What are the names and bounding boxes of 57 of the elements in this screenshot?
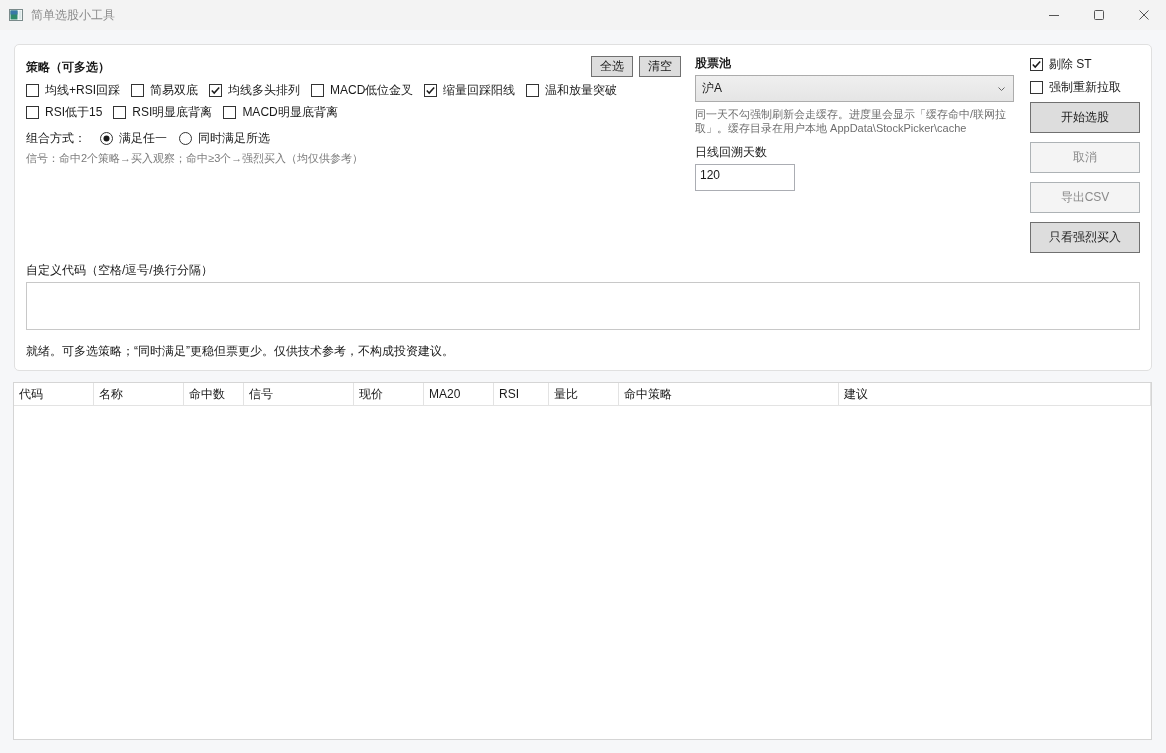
maximize-icon[interactable] (1093, 10, 1104, 20)
checkbox-label: 剔除 ST (1049, 55, 1092, 73)
radio-label: 满足任一 (119, 129, 167, 147)
chevron-down-icon (998, 86, 1005, 91)
column-header[interactable]: 现价 (354, 383, 424, 405)
checkbox-label: MACD低位金叉 (330, 81, 414, 99)
custom-codes-label: 自定义代码（空格/逗号/换行分隔） (26, 262, 214, 278)
cache-note: 同一天不勾强制刷新会走缓存。进度里会显示「缓存命中/联网拉取」。缓存目录在用户本地 AppData\StockPicker\cache (695, 107, 1008, 135)
strategy-heading: 策略（可多选） (26, 58, 110, 76)
minimize-icon[interactable] (1048, 14, 1059, 16)
stock-pool-dropdown[interactable]: 沪A (695, 75, 1014, 102)
checkbox[interactable] (526, 83, 540, 97)
column-header[interactable]: 名称 (94, 383, 184, 405)
column-header[interactable]: 命中策略 (619, 383, 839, 405)
checkbox[interactable] (311, 83, 324, 97)
action-button[interactable]: 开始选股 (1030, 102, 1140, 133)
checkbox[interactable] (26, 83, 39, 97)
radio-label: 同时满足所选 (198, 129, 270, 147)
checkbox-label: MACD明显底背离 (242, 103, 338, 121)
checkbox[interactable] (1030, 80, 1043, 94)
checkbox[interactable] (223, 105, 237, 119)
checkbox-label: 缩量回踩阳线 (443, 81, 516, 99)
column-header[interactable]: 建议 (839, 383, 1151, 405)
column-header[interactable]: RSI (494, 383, 549, 405)
checkbox[interactable] (26, 105, 39, 119)
column-header[interactable]: 量比 (549, 383, 619, 405)
radio-button[interactable] (100, 131, 113, 145)
checkbox-label: 简易双底 (150, 81, 198, 99)
action-button[interactable]: 只看强烈买入 (1030, 222, 1140, 253)
checkbox[interactable] (113, 105, 127, 119)
checkbox-label: 强制重新拉取 (1049, 78, 1121, 96)
radio-button[interactable] (179, 131, 192, 145)
custom-codes-field[interactable] (26, 282, 1140, 330)
checkbox[interactable] (209, 83, 222, 97)
app-icon (9, 9, 23, 21)
combine-mode-label: 组合方式： (26, 129, 86, 147)
column-header[interactable]: 信号 (244, 383, 354, 405)
column-header[interactable]: MA20 (424, 383, 494, 405)
signal-note: 信号：命中2个策略→买入观察；命中≥3个→强烈买入（均仅供参考） (26, 151, 365, 166)
checkbox-label: 均线+RSI回踩 (45, 81, 120, 99)
checkbox[interactable] (1030, 57, 1043, 71)
checkbox[interactable] (424, 83, 438, 97)
checkbox-label: RSI明显底背离 (132, 103, 213, 121)
checkbox[interactable] (131, 83, 144, 97)
column-header[interactable]: 命中数 (184, 383, 244, 405)
stock-pool-label: 股票池 (695, 56, 732, 70)
close-icon[interactable] (1138, 10, 1149, 20)
window-title: 简单选股小工具 (31, 6, 115, 24)
column-header[interactable]: 代码 (14, 383, 94, 405)
lookback-days-field[interactable]: 120 (695, 164, 795, 191)
checkbox-label: RSI低于15 (45, 103, 103, 121)
toolbar-button[interactable]: 清空 (639, 56, 681, 77)
status-message: 就绪。可多选策略；“同时满足”更稳但票更少。仅供技术参考，不构成投资建议。 (26, 343, 455, 359)
checkbox-label: 温和放量突破 (545, 81, 618, 99)
toolbar-button[interactable]: 全选 (591, 56, 633, 77)
checkbox-label: 均线多头排列 (228, 81, 300, 99)
lookback-label: 日线回溯天数 (695, 144, 768, 160)
